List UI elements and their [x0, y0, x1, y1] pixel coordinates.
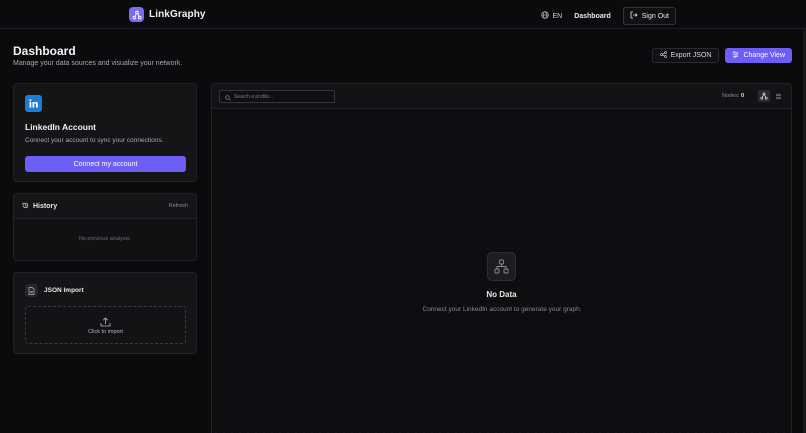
graph-view-icon [760, 87, 768, 105]
json-import-card: JSON Import Click to import [13, 272, 197, 354]
empty-state-title: No Data [486, 290, 517, 299]
list-view-toggle[interactable] [772, 90, 784, 102]
file-icon [25, 284, 38, 297]
graph-view-toggle[interactable] [758, 90, 770, 102]
globe-icon [541, 11, 550, 21]
top-navbar: LinkGraphy EN Dashboard Sign Out [0, 0, 806, 29]
linkedin-icon [25, 95, 42, 112]
export-json-label: Export JSON [670, 52, 712, 59]
graph-panel: Nodes: 0 [211, 83, 792, 433]
language-label: EN [552, 12, 563, 20]
history-title: History [33, 203, 58, 210]
sliders-icon [732, 51, 739, 60]
brand-name: LinkGraphy [149, 9, 206, 20]
share-icon [659, 51, 667, 60]
dashboard-link[interactable]: Dashboard [574, 13, 611, 20]
brand[interactable]: LinkGraphy [129, 7, 206, 22]
history-icon [22, 202, 29, 211]
history-empty-message: No previous analysis. [78, 236, 132, 242]
dropzone-label: Click to import [88, 329, 123, 335]
network-icon [487, 252, 516, 281]
logout-icon [630, 11, 638, 21]
search-input[interactable] [234, 93, 334, 100]
graph-toolbar: Nodes: 0 [212, 84, 791, 109]
list-view-icon [775, 87, 782, 105]
empty-state-description: Connect your LinkedIn account to generat… [422, 306, 582, 313]
export-json-button[interactable]: Export JSON [651, 48, 720, 63]
sign-out-button[interactable]: Sign Out [622, 7, 676, 25]
history-card: History Refresh No previous analysis. [13, 193, 197, 261]
history-title-group: History [22, 202, 57, 211]
sign-out-label: Sign Out [641, 12, 669, 20]
search-box[interactable] [219, 90, 335, 103]
nav-actions: EN Dashboard Sign Out [541, 7, 676, 25]
change-view-button[interactable]: Change View [725, 48, 792, 63]
page-title: Dashboard [13, 44, 76, 58]
history-list: No previous analysis. [14, 219, 196, 260]
language-switcher[interactable]: EN [541, 11, 562, 21]
nodes-count: 0 [740, 93, 744, 99]
connect-account-button[interactable]: Connect my account [25, 156, 186, 172]
json-dropzone[interactable]: Click to import [25, 306, 186, 344]
linkedin-card-title: LinkedIn Account [25, 122, 96, 132]
linkedin-account-card: LinkedIn Account Connect your account to… [13, 83, 197, 182]
change-view-label: Change View [743, 52, 785, 59]
search-icon [225, 88, 231, 106]
linkedin-card-description: Connect your account to sync your connec… [25, 137, 164, 144]
json-import-title: JSON Import [44, 287, 84, 294]
nodes-counter: Nodes: 0 [722, 93, 744, 99]
history-header: History Refresh [14, 194, 196, 219]
nodes-label: Nodes: [721, 93, 740, 99]
page-subtitle: Manage your data sources and visualize y… [13, 60, 183, 67]
graph-nodes-icon [129, 7, 144, 22]
header-actions: Export JSON Change View [651, 48, 792, 63]
graph-canvas[interactable]: No Data Connect your LinkedIn account to… [212, 109, 791, 433]
refresh-button[interactable]: Refresh [169, 203, 188, 209]
